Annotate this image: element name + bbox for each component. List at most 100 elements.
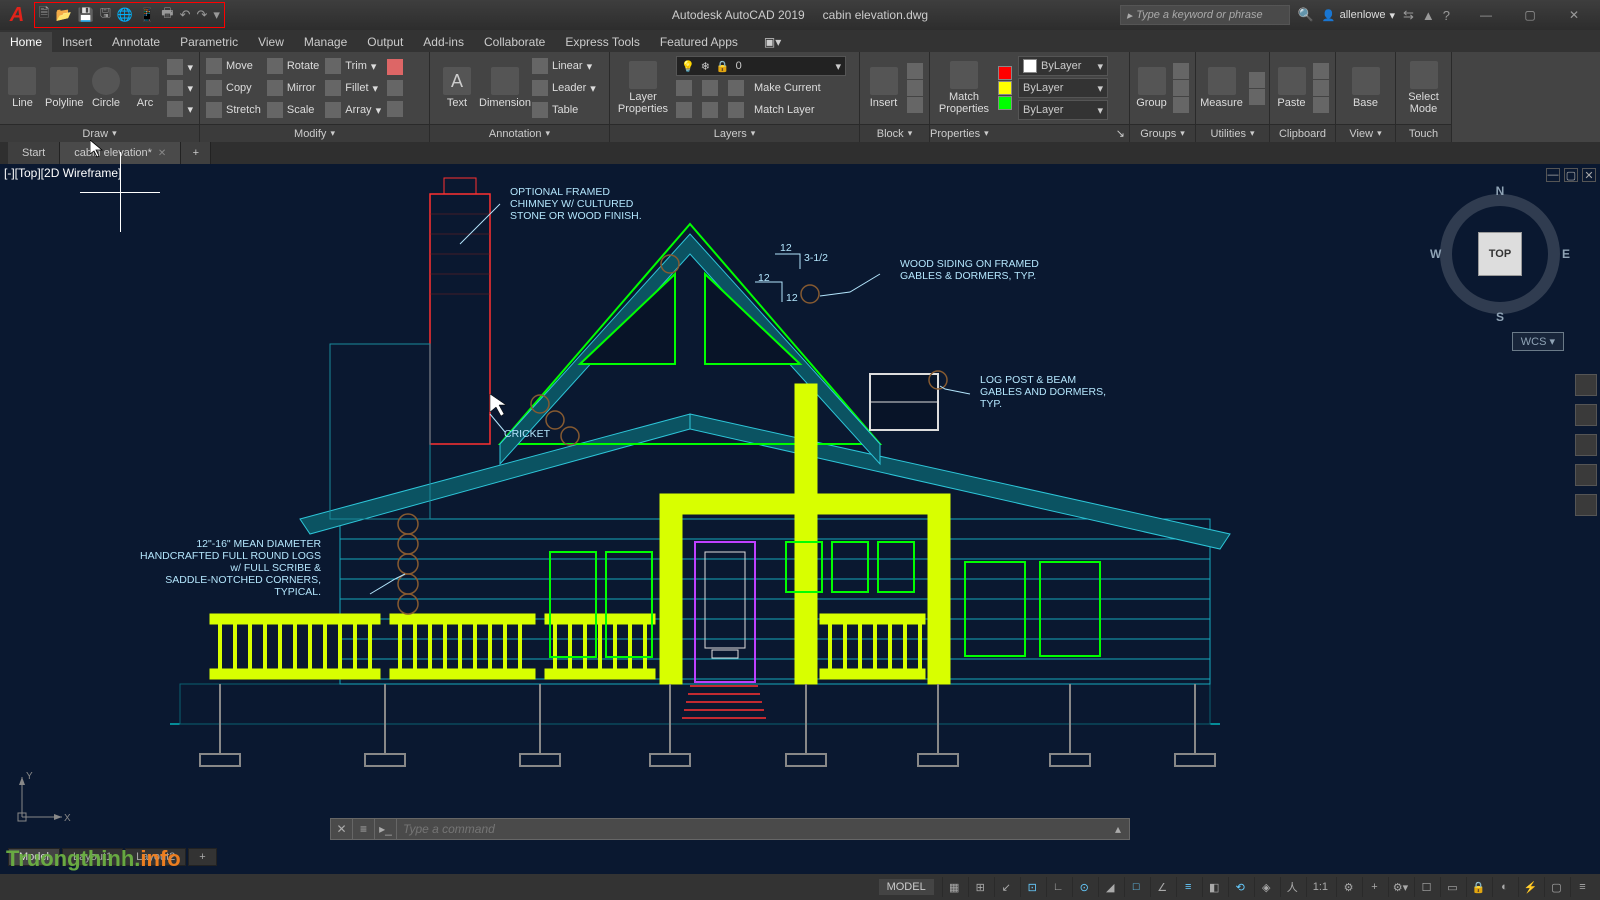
- dynucs-icon[interactable]: 人: [1280, 877, 1304, 897]
- group-button[interactable]: Group: [1136, 67, 1167, 109]
- panel-properties[interactable]: Properties▾↘: [930, 124, 1129, 142]
- selectmode-button[interactable]: Select Mode: [1403, 61, 1445, 115]
- explode-button[interactable]: [387, 78, 403, 98]
- linetype-combo[interactable]: ByLayer▾: [1018, 100, 1108, 120]
- lock-icon[interactable]: 🔒: [1466, 877, 1490, 897]
- make-current-button[interactable]: Make Current: [754, 82, 821, 94]
- block-icon[interactable]: [907, 80, 923, 96]
- custom-icon[interactable]: ≡: [1570, 877, 1594, 897]
- layer-props-button[interactable]: Layer Properties: [616, 61, 670, 115]
- tab-insert[interactable]: Insert: [52, 32, 102, 52]
- ucs-icon[interactable]: YX: [12, 767, 72, 830]
- text-button[interactable]: AText: [436, 67, 478, 109]
- color-combo[interactable]: ByLayer▾: [1018, 56, 1108, 76]
- base-button[interactable]: Base: [1345, 67, 1387, 109]
- color-swatch[interactable]: [998, 96, 1012, 110]
- undo-icon[interactable]: ↶: [180, 7, 191, 23]
- annomon-icon[interactable]: +: [1362, 877, 1386, 897]
- panel-block[interactable]: Block▾: [860, 124, 929, 142]
- mobile-icon[interactable]: 📱: [139, 7, 155, 23]
- fillet-button[interactable]: Fillet▾: [325, 78, 381, 98]
- rotate-button[interactable]: Rotate: [267, 56, 319, 76]
- panel-layers[interactable]: Layers▾: [610, 124, 859, 142]
- minimize-button[interactable]: —: [1464, 0, 1508, 30]
- cycling-icon[interactable]: ⟲: [1228, 877, 1252, 897]
- table-button[interactable]: Table: [532, 100, 596, 120]
- redo-icon[interactable]: ↷: [196, 7, 207, 23]
- line-button[interactable]: Line: [6, 67, 39, 109]
- tab-manage[interactable]: Manage: [294, 32, 357, 52]
- app-logo[interactable]: A: [0, 0, 34, 30]
- panel-utilities[interactable]: Utilities▾: [1196, 124, 1269, 142]
- clip-icon[interactable]: [1313, 80, 1329, 96]
- circle-button[interactable]: Circle: [90, 67, 123, 109]
- lwt-icon[interactable]: ≡: [1176, 877, 1200, 897]
- workspace-icon[interactable]: ⚙▾: [1388, 877, 1412, 897]
- layer-icon[interactable]: [676, 102, 692, 118]
- linear-button[interactable]: Linear▾: [532, 56, 596, 76]
- layout-add[interactable]: +: [188, 848, 216, 866]
- tab-parametric[interactable]: Parametric: [170, 32, 248, 52]
- otrack-icon[interactable]: ∠: [1150, 877, 1174, 897]
- isolate-icon[interactable]: ◐: [1492, 877, 1516, 897]
- transparency-icon[interactable]: ◧: [1202, 877, 1226, 897]
- layer-icon[interactable]: [702, 80, 718, 96]
- tab-addins[interactable]: Add-ins: [413, 32, 474, 52]
- 3dosnap-icon[interactable]: ◈: [1254, 877, 1278, 897]
- close-icon[interactable]: ✕: [158, 148, 166, 159]
- lineweight-combo[interactable]: ByLayer▾: [1018, 78, 1108, 98]
- dynamic-input-icon[interactable]: ⊡: [1020, 877, 1044, 897]
- status-model[interactable]: MODEL: [879, 879, 934, 895]
- cleanscreen-icon[interactable]: ▢: [1544, 877, 1568, 897]
- panel-modify[interactable]: Modify▾: [200, 124, 429, 142]
- group-icon[interactable]: [1173, 63, 1189, 79]
- tab-launcher-icon[interactable]: ▣▾: [754, 32, 791, 52]
- tab-collaborate[interactable]: Collaborate: [474, 32, 555, 52]
- close-button[interactable]: ✕: [1552, 0, 1596, 30]
- web-icon[interactable]: 🌐: [117, 7, 133, 23]
- util-icon[interactable]: [1249, 72, 1265, 88]
- osnap-icon[interactable]: □: [1124, 877, 1148, 897]
- polar-icon[interactable]: ⊙: [1072, 877, 1096, 897]
- hatch-button[interactable]: ▾: [167, 99, 193, 119]
- array-button[interactable]: Array▾: [325, 100, 381, 120]
- tab-output[interactable]: Output: [357, 32, 413, 52]
- insert-button[interactable]: Insert: [866, 67, 901, 109]
- command-line[interactable]: ✕ ≡ ▸_ ▴: [330, 818, 1130, 840]
- drawing-area[interactable]: [-][Top][2D Wireframe] — ▢ ✕ TOP N S E W…: [0, 164, 1600, 874]
- block-icon[interactable]: [907, 63, 923, 79]
- arc-button[interactable]: Arc: [129, 67, 162, 109]
- panel-groups[interactable]: Groups▾: [1130, 124, 1195, 142]
- annoscale-label[interactable]: 1:1: [1306, 877, 1334, 897]
- new-icon[interactable]: 🗎: [39, 4, 49, 26]
- polyline-button[interactable]: Polyline: [45, 67, 84, 109]
- units-icon[interactable]: ☐: [1414, 877, 1438, 897]
- measure-button[interactable]: Measure: [1201, 67, 1243, 109]
- search-input[interactable]: ▸ Type a keyword or phrase: [1120, 5, 1290, 25]
- cmd-close-icon[interactable]: ✕: [331, 818, 353, 840]
- cmd-expand-icon[interactable]: ▴: [1107, 818, 1129, 840]
- layer-combo[interactable]: 💡❄🔒 0 ▾: [676, 56, 846, 76]
- erase-button[interactable]: [387, 57, 403, 77]
- copy-button[interactable]: Copy: [206, 78, 261, 98]
- panel-draw[interactable]: Draw▾: [0, 124, 199, 142]
- maximize-button[interactable]: ▢: [1508, 0, 1552, 30]
- layer-icon[interactable]: [728, 80, 744, 96]
- rect-button[interactable]: ▾: [167, 57, 193, 77]
- clip-icon[interactable]: [1313, 63, 1329, 79]
- panel-annotation[interactable]: Annotation▾: [430, 124, 609, 142]
- scale-button[interactable]: Scale: [267, 100, 319, 120]
- help-icon[interactable]: ?: [1443, 8, 1450, 23]
- tab-featured[interactable]: Featured Apps: [650, 32, 748, 52]
- new-tab-button[interactable]: +: [181, 142, 211, 164]
- tab-home[interactable]: Home: [0, 32, 52, 52]
- color-swatch[interactable]: [998, 66, 1012, 80]
- qat-dropdown-icon[interactable]: ▾: [213, 7, 220, 23]
- tab-drawing[interactable]: cabin elevation*✕: [60, 142, 181, 164]
- app-store-icon[interactable]: ▲: [1422, 8, 1435, 23]
- cmd-input[interactable]: [397, 822, 1107, 836]
- ortho-icon[interactable]: ∟: [1046, 877, 1070, 897]
- exchange-icon[interactable]: ⇆: [1403, 7, 1414, 23]
- match-props-button[interactable]: Match Properties: [936, 61, 992, 115]
- gear-icon[interactable]: ⚙: [1336, 877, 1360, 897]
